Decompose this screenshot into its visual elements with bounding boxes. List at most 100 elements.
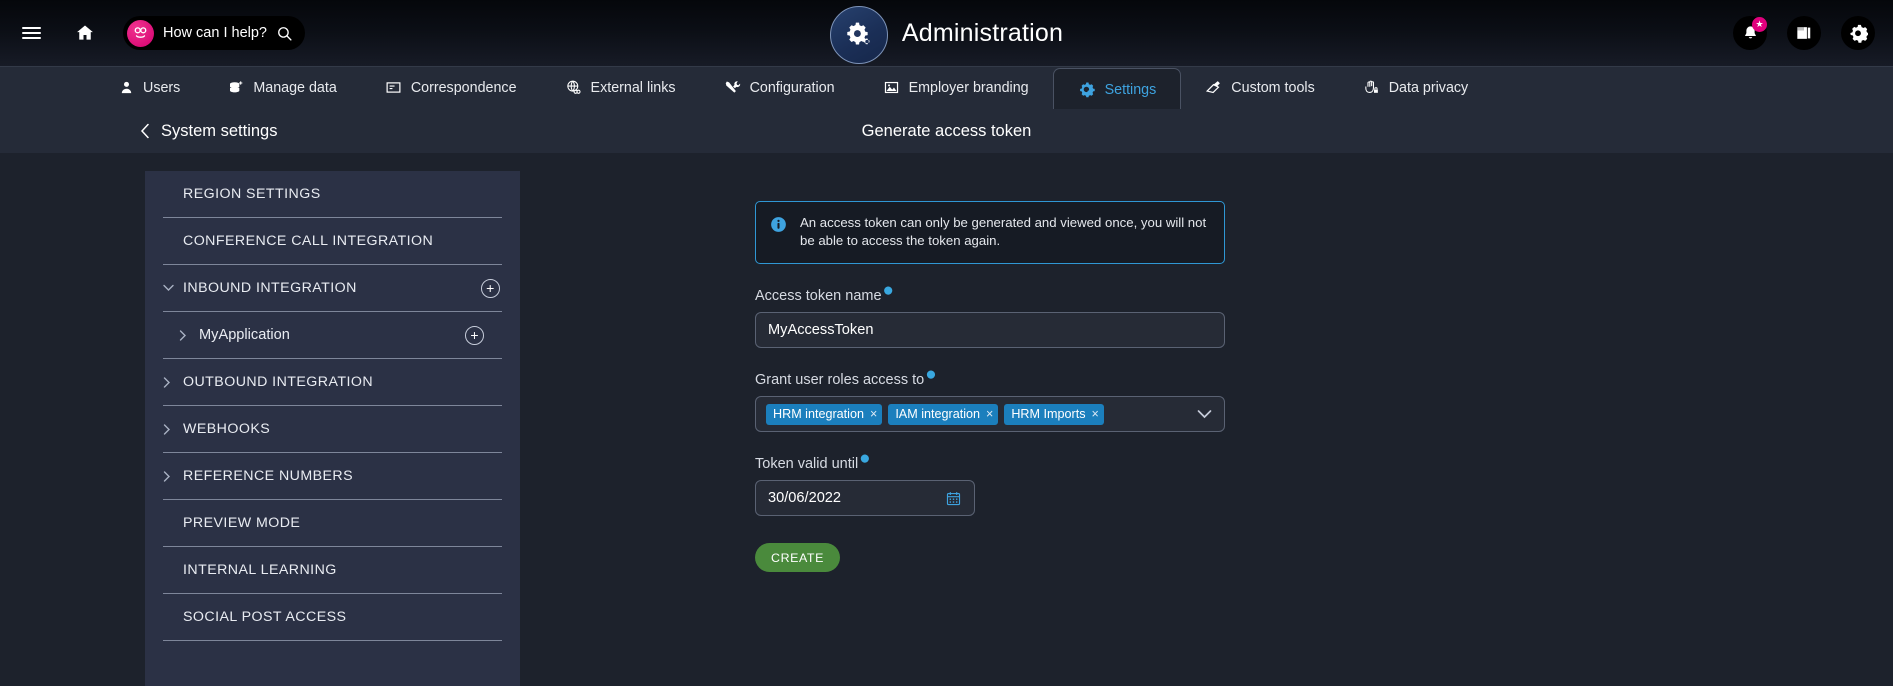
tab-label: Manage data xyxy=(253,79,337,96)
tab-label: Users xyxy=(143,79,181,96)
sidebar-item-internal-learning[interactable]: INTERNAL LEARNING xyxy=(163,547,502,594)
access-token-name-label: Access token name● xyxy=(755,280,895,305)
trowel-icon xyxy=(1205,79,1222,96)
generate-access-token-form: An access token can only be generated an… xyxy=(755,201,1225,573)
tab-label: External links xyxy=(590,79,676,96)
tab-label: Correspondence xyxy=(410,79,517,96)
tab-custom-tools[interactable]: Custom tools xyxy=(1181,66,1338,109)
remove-chip-icon[interactable]: × xyxy=(986,407,993,421)
tab-label: Custom tools xyxy=(1231,79,1315,96)
sidebar-item-preview-mode[interactable]: PREVIEW MODE xyxy=(163,500,502,547)
tab-correspondence[interactable]: Correspondence xyxy=(361,66,541,109)
content-panel: An access token can only be generated an… xyxy=(520,171,1446,686)
info-banner: An access token can only be generated an… xyxy=(755,201,1225,265)
tab-manage-data[interactable]: Manage data xyxy=(204,66,360,109)
app-title-label: Administration xyxy=(901,18,1064,47)
bell-icon[interactable]: ★ xyxy=(1733,16,1767,50)
sidebar-item-label: OUTBOUND INTEGRATION xyxy=(183,374,374,390)
page-title: Generate access token xyxy=(861,121,1032,140)
top-bar-actions: ★ xyxy=(1733,0,1875,66)
database-plus-icon xyxy=(228,80,244,96)
tools-icon xyxy=(724,79,741,96)
sidebar-item-label: WEBHOOKS xyxy=(183,421,271,437)
required-marker: ● xyxy=(859,448,871,470)
image-icon xyxy=(883,79,900,96)
tab-label: Data privacy xyxy=(1388,79,1469,96)
access-token-name-input[interactable]: MyAccessToken xyxy=(755,312,1225,349)
home-icon[interactable] xyxy=(68,16,102,50)
sidebar-item-label: SOCIAL POST ACCESS xyxy=(183,609,347,625)
top-bar: How can I help? Administration ★ xyxy=(0,0,1893,66)
breadcrumb: System settings Generate access token xyxy=(0,109,1893,153)
gear-icon[interactable] xyxy=(1841,16,1875,50)
role-chip[interactable]: IAM integration × xyxy=(888,403,999,425)
info-icon xyxy=(771,217,786,232)
chevron-down-icon[interactable] xyxy=(1197,409,1212,419)
op-assistant-avatar xyxy=(127,19,154,47)
chevron-down-icon xyxy=(163,284,179,292)
globe-link-icon xyxy=(565,79,582,96)
tab-label: Configuration xyxy=(749,79,835,96)
main-navigation: Users Manage data Correspondence Externa… xyxy=(0,66,1893,110)
token-valid-until-label: Token valid until● xyxy=(755,448,871,473)
token-valid-until-input[interactable]: 30/06/2022 xyxy=(755,480,975,517)
user-icon xyxy=(119,80,134,95)
remove-chip-icon[interactable]: × xyxy=(1092,407,1099,421)
sidebar-item-label: INBOUND INTEGRATION xyxy=(183,280,357,296)
sidebar-item-label: CONFERENCE CALL INTEGRATION xyxy=(183,233,434,249)
access-token-name-field: Access token name● MyAccessToken xyxy=(755,280,1225,349)
calendar-icon[interactable] xyxy=(945,490,962,507)
grant-roles-label: Grant user roles access to● xyxy=(755,364,937,389)
hamburger-menu-icon[interactable] xyxy=(14,16,48,50)
chevron-right-icon xyxy=(163,423,179,435)
notebook-icon[interactable] xyxy=(1787,16,1821,50)
notification-badge: ★ xyxy=(1752,17,1767,32)
tab-label: Employer branding xyxy=(908,79,1029,96)
role-chip-label: HRM Imports xyxy=(1011,407,1086,422)
sidebar-item-label: MyApplication xyxy=(199,327,290,343)
tab-settings[interactable]: Settings xyxy=(1052,68,1182,110)
sidebar-item-inbound-integration[interactable]: INBOUND INTEGRATION + xyxy=(163,265,502,312)
role-chip-label: IAM integration xyxy=(895,407,981,422)
chevron-right-icon xyxy=(179,329,195,341)
add-inbound-integration-button[interactable]: + xyxy=(481,278,500,298)
sidebar-item-myapplication[interactable]: MyApplication + xyxy=(163,312,502,359)
sidebar-item-label: PREVIEW MODE xyxy=(183,515,301,531)
remove-chip-icon[interactable]: × xyxy=(870,407,877,421)
grant-roles-multiselect[interactable]: HRM integration × IAM integration × HRM … xyxy=(755,396,1225,433)
date-value: 30/06/2022 xyxy=(768,490,842,507)
create-button[interactable]: CREATE xyxy=(755,543,840,573)
required-marker: ● xyxy=(882,280,895,302)
grant-roles-field: Grant user roles access to● HRM integrat… xyxy=(755,364,1225,433)
tab-users[interactable]: Users xyxy=(95,66,204,109)
tab-configuration[interactable]: Configuration xyxy=(700,66,859,109)
sidebar-item-label: REFERENCE NUMBERS xyxy=(183,468,354,484)
token-valid-until-field: Token valid until● 30/06/2022 xyxy=(755,448,1225,517)
chevron-right-icon xyxy=(163,376,179,388)
role-chip[interactable]: HRM Imports × xyxy=(1004,403,1104,425)
info-banner-text: An access token can only be generated an… xyxy=(800,215,1207,249)
document-icon xyxy=(385,79,402,96)
gear-search-icon xyxy=(1078,81,1096,99)
tab-external-links[interactable]: External links xyxy=(541,66,700,109)
sidebar-item-outbound-integration[interactable]: OUTBOUND INTEGRATION xyxy=(163,359,502,406)
hand-lock-icon xyxy=(1363,79,1380,96)
tab-employer-branding[interactable]: Employer branding xyxy=(859,66,1053,109)
role-chip[interactable]: HRM integration × xyxy=(766,403,883,425)
sidebar-item-webhooks[interactable]: WEBHOOKS xyxy=(163,406,502,453)
settings-sidebar: REGION SETTINGS CONFERENCE CALL INTEGRAT… xyxy=(145,171,520,686)
tab-label: Settings xyxy=(1104,81,1157,98)
sidebar-item-reference-numbers[interactable]: REFERENCE NUMBERS xyxy=(163,453,502,500)
page-body: REGION SETTINGS CONFERENCE CALL INTEGRAT… xyxy=(0,153,1893,686)
sidebar-item-conference-call-integration[interactable]: CONFERENCE CALL INTEGRATION xyxy=(163,218,502,265)
add-myapplication-button[interactable]: + xyxy=(465,325,484,345)
required-marker: ● xyxy=(925,364,937,386)
search-icon[interactable] xyxy=(276,25,293,42)
sidebar-item-region-settings[interactable]: REGION SETTINGS xyxy=(163,171,502,218)
assistant-help-button[interactable]: How can I help? xyxy=(123,16,305,50)
sidebar-item-social-post-access[interactable]: SOCIAL POST ACCESS xyxy=(163,594,502,641)
gears-icon xyxy=(829,6,888,64)
sidebar-item-label: INTERNAL LEARNING xyxy=(183,562,337,578)
role-chip-label: HRM integration xyxy=(773,407,864,422)
tab-data-privacy[interactable]: Data privacy xyxy=(1339,66,1492,109)
